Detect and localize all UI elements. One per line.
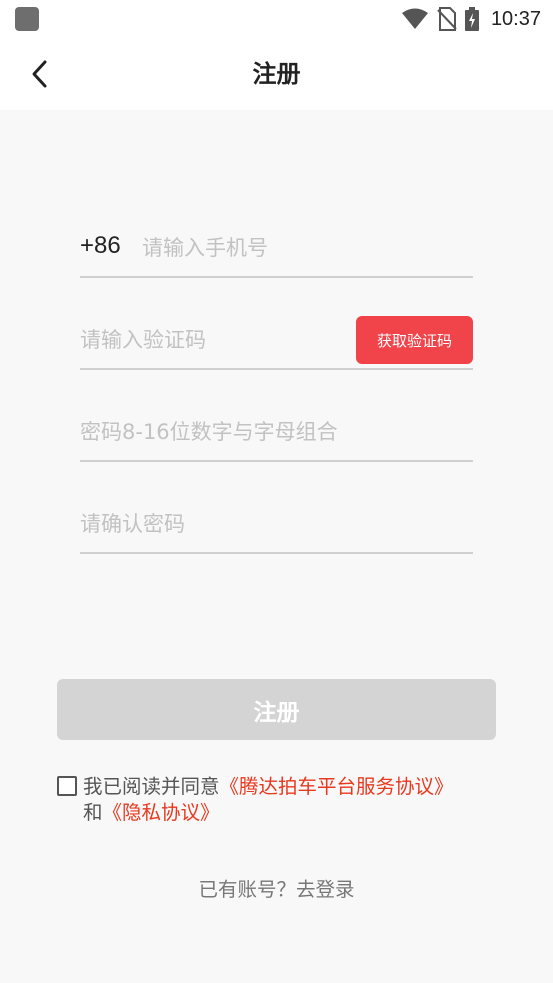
agreement-connector: 和 — [83, 801, 103, 824]
status-bar: 10:37 — [0, 0, 553, 38]
no-sim-icon — [437, 7, 457, 31]
privacy-agreement-link[interactable]: 《隐私协议》 — [103, 801, 220, 824]
page-title: 注册 — [252, 60, 301, 88]
agreement-prefix: 我已阅读并同意 — [83, 775, 220, 798]
phone-field: +86 — [80, 218, 473, 278]
register-button[interactable]: 注册 — [57, 679, 496, 740]
country-code[interactable]: +86 — [80, 232, 121, 260]
password-field — [80, 402, 473, 462]
login-link-row: 已有账号？去登录 — [0, 873, 553, 902]
login-link[interactable]: 已有账号？去登录 — [198, 878, 354, 901]
verification-code-input[interactable] — [80, 322, 350, 358]
battery-charging-icon — [464, 7, 479, 31]
agree-checkbox[interactable] — [57, 776, 77, 796]
get-code-button[interactable]: 获取验证码 — [356, 316, 473, 364]
verification-code-field: 获取验证码 — [80, 310, 473, 370]
status-icons: 10:37 — [401, 6, 541, 32]
agreement-text: 我已阅读并同意《腾达拍车平台服务协议》和《隐私协议》 — [83, 774, 463, 826]
service-agreement-link[interactable]: 《腾达拍车平台服务协议》 — [220, 775, 454, 798]
phone-input[interactable] — [142, 230, 467, 266]
password-input[interactable] — [80, 414, 470, 450]
confirm-password-input[interactable] — [80, 506, 470, 542]
app-notification-icon — [15, 7, 39, 31]
wifi-icon — [401, 8, 428, 29]
app-bar: 注册 — [0, 38, 553, 110]
status-time: 10:37 — [490, 7, 541, 30]
confirm-password-field — [80, 494, 473, 554]
